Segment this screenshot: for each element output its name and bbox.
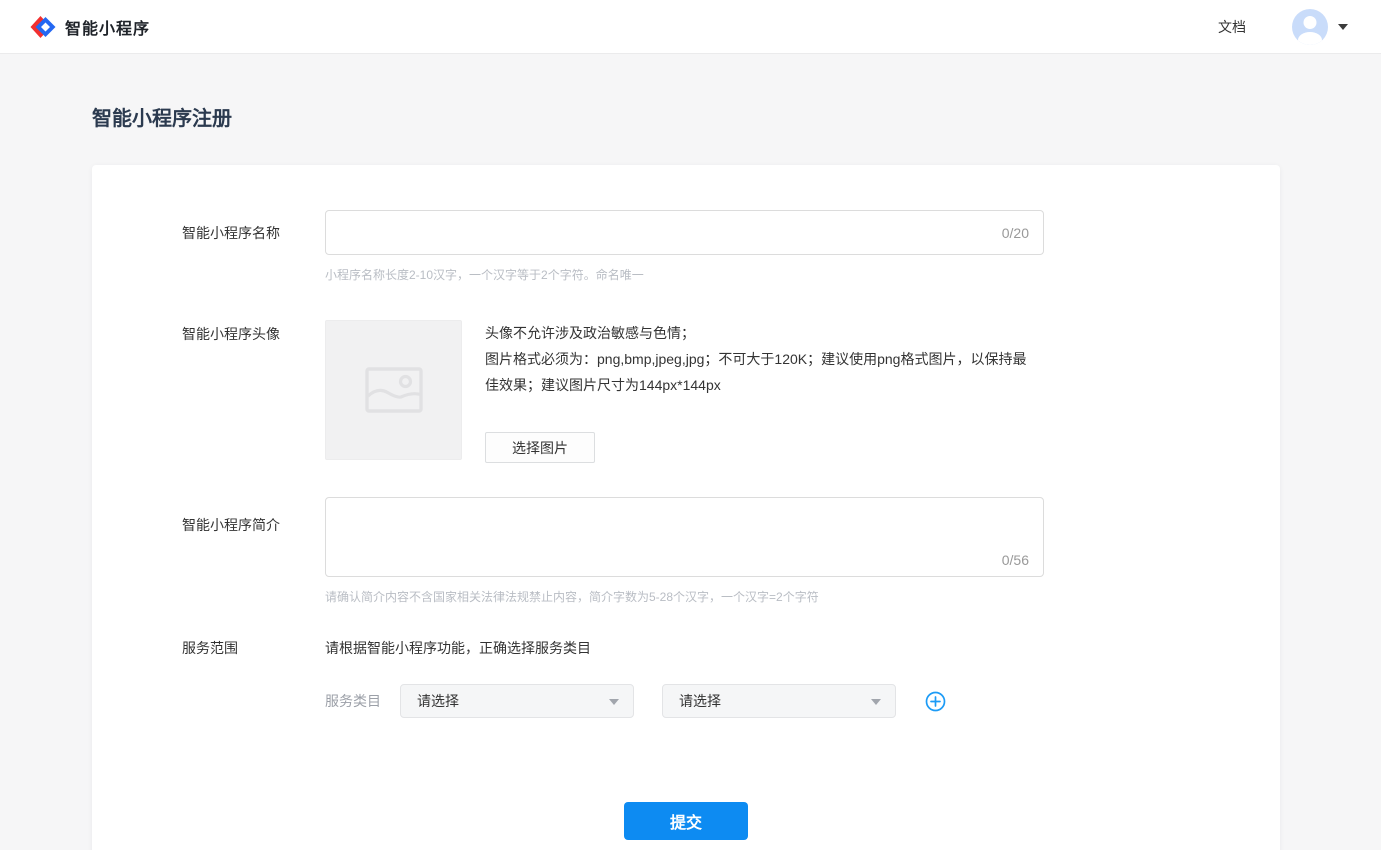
page-title: 智能小程序注册 <box>92 105 1381 133</box>
avatar-head-shape <box>1304 16 1317 29</box>
avatar-upload-box[interactable] <box>325 320 462 460</box>
category-select-1-value: 请选择 <box>417 691 459 711</box>
category-label: 服务类目 <box>325 691 400 711</box>
add-circle-icon <box>925 691 946 712</box>
category-select-2[interactable]: 请选择 <box>662 684 896 718</box>
submit-button[interactable]: 提交 <box>624 802 748 840</box>
top-header: 智能小程序 文档 <box>0 0 1381 54</box>
user-menu[interactable] <box>1292 9 1348 45</box>
name-hint: 小程序名称长度2-10汉字，一个汉字等于2个字符。命名唯一 <box>325 267 1280 284</box>
avatar-rule-line1: 头像不允许涉及政治敏感与色情； <box>485 320 1037 346</box>
user-avatar-icon[interactable] <box>1292 9 1328 45</box>
avatar-field-row: 智能小程序头像 头像不允许涉及政治敏感与色情； 图片格式必须为：png,bmp,… <box>182 320 1280 463</box>
name-char-counter: 0/20 <box>1002 225 1029 241</box>
doc-link[interactable]: 文档 <box>1218 17 1246 37</box>
scope-label: 服务范围 <box>182 638 325 718</box>
intro-field-row: 智能小程序简介 0/56 请确认简介内容不含国家相关法律法规禁止内容，简介字数为… <box>182 497 1280 606</box>
intro-textarea-wrap: 0/56 <box>325 497 1044 577</box>
scope-instruction: 请根据智能小程序功能，正确选择服务类目 <box>325 638 1280 658</box>
chevron-down-icon[interactable] <box>1338 24 1348 30</box>
scope-field-row: 服务范围 请根据智能小程序功能，正确选择服务类目 服务类目 请选择 请选择 <box>182 638 1280 718</box>
intro-textarea[interactable] <box>326 498 1043 576</box>
intro-char-counter: 0/56 <box>1002 552 1029 568</box>
category-select-1[interactable]: 请选择 <box>400 684 634 718</box>
avatar-rule-line2: 图片格式必须为：png,bmp,jpeg,jpg；不可大于120K；建议使用pn… <box>485 346 1037 398</box>
intro-label: 智能小程序简介 <box>182 497 325 606</box>
smart-program-logo-icon <box>28 13 56 41</box>
category-select-2-value: 请选择 <box>679 691 721 711</box>
name-field-row: 智能小程序名称 0/20 小程序名称长度2-10汉字，一个汉字等于2个字符。命名… <box>182 210 1280 284</box>
brand[interactable]: 智能小程序 <box>28 13 150 41</box>
chevron-down-icon <box>871 699 881 705</box>
intro-hint: 请确认简介内容不含国家相关法律法规禁止内容，简介字数为5-28个汉字，一个汉字=… <box>325 589 1280 606</box>
brand-title: 智能小程序 <box>65 15 150 39</box>
name-input-wrap: 0/20 <box>325 210 1044 255</box>
avatar-label: 智能小程序头像 <box>182 320 325 463</box>
choose-image-button[interactable]: 选择图片 <box>485 432 595 463</box>
name-input[interactable] <box>326 211 1043 254</box>
avatar-body-shape <box>1298 32 1322 45</box>
add-category-button[interactable] <box>924 690 946 712</box>
chevron-down-icon <box>609 699 619 705</box>
image-placeholder-icon <box>365 367 423 413</box>
name-label: 智能小程序名称 <box>182 210 325 284</box>
registration-form-card: 智能小程序名称 0/20 小程序名称长度2-10汉字，一个汉字等于2个字符。命名… <box>92 165 1280 850</box>
